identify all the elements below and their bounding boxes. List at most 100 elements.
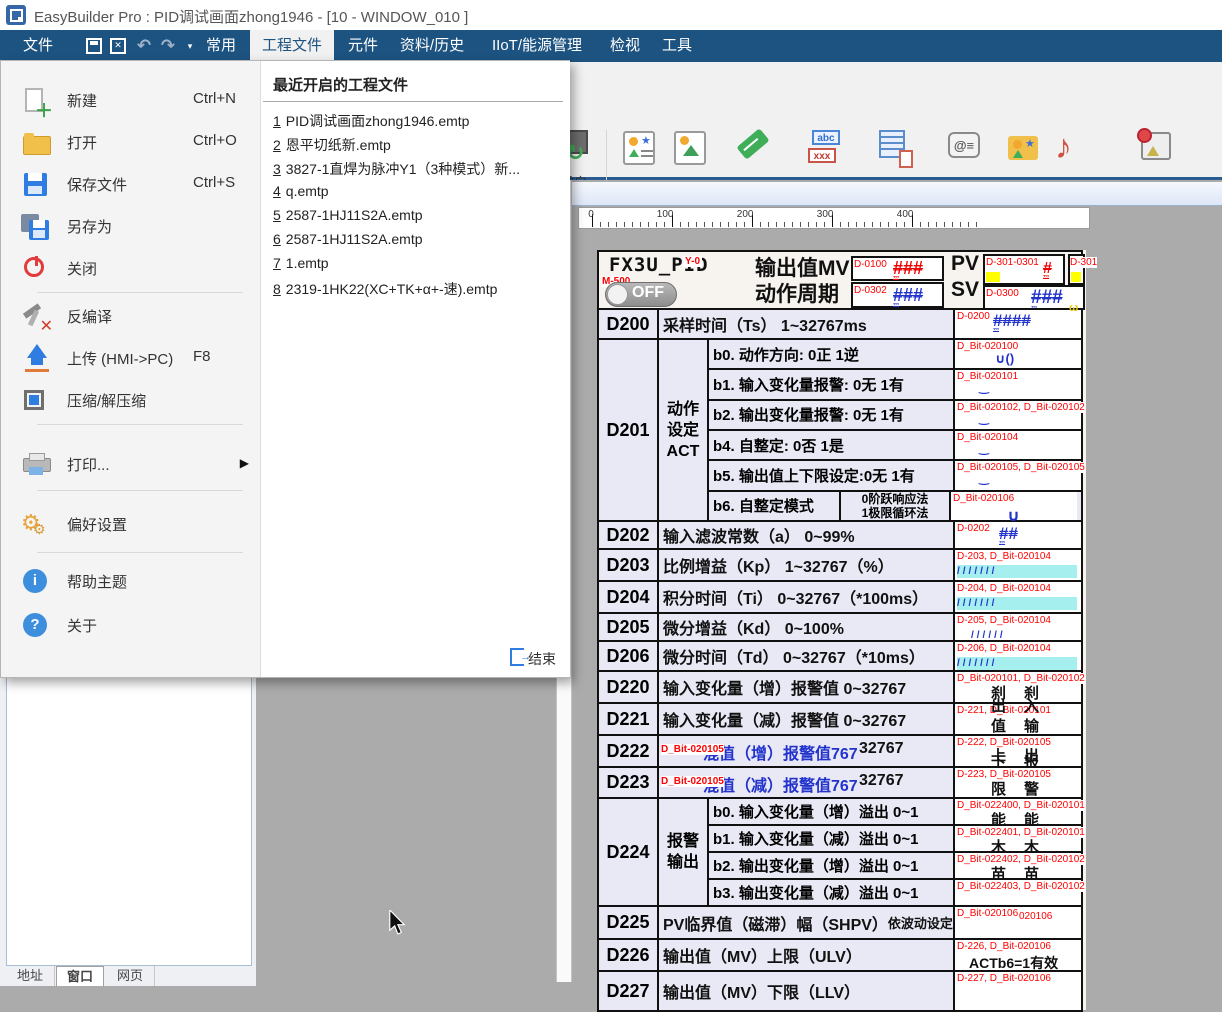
- y-output-tag[interactable]: Y-0: [683, 256, 702, 267]
- address-cell[interactable]: D_Bit-020105, D_Bit-020105 ‿: [953, 461, 1081, 489]
- address-cell[interactable]: D-203, D_Bit-020104 ///////: [953, 550, 1081, 580]
- mv-value-field[interactable]: D-0100 ###: [851, 256, 944, 281]
- end-button[interactable]: → 结束: [510, 648, 556, 669]
- recent-file-item[interactable]: 71.emtp: [273, 255, 565, 279]
- address-cell[interactable]: D_Bit-020104 ‿: [953, 431, 1081, 459]
- power-icon: [21, 254, 51, 284]
- redo-icon[interactable]: ↷: [158, 36, 178, 56]
- table-row: D226 输出值（MV）上限（ULV） D-226, D_Bit-020106 …: [599, 938, 1081, 970]
- table-subrow: b6. 自整定模式 0阶跃响应法 1极限循环法 D_Bit-020106 ∪: [709, 490, 1081, 520]
- address-cell[interactable]: D-204, D_Bit-020104 ///////: [953, 582, 1081, 612]
- recent-file-item[interactable]: 2恩平切纸新.emtp: [273, 135, 565, 159]
- file-menu-column: ＋ 新建Ctrl+N 打开Ctrl+O 保存文件Ctrl+S 另存为 关闭 ✕ …: [1, 61, 261, 677]
- recent-file-item[interactable]: 33827-1直焊为脉冲Y1（3种模式）新...: [273, 159, 565, 183]
- address-cell[interactable]: D-0202 ##: [953, 522, 1081, 548]
- menu-item-new[interactable]: ＋ 新建Ctrl+N: [1, 80, 261, 122]
- toggle-knob: [607, 284, 628, 305]
- title-bar: EasyBuilder Pro : PID调试画面zhong1946 - [10…: [0, 0, 1222, 30]
- address-cell[interactable]: D-223, D_Bit-020105 限警: [953, 768, 1081, 797]
- address-cell[interactable]: D-226, D_Bit-020106 ACTb6=1有效: [953, 940, 1081, 970]
- menu-item-help[interactable]: i 帮助主题: [1, 561, 261, 603]
- table-row: D205 微分增益（Kd） 0~100% D-205, D_Bit-020104…: [599, 612, 1081, 640]
- tab-iiot-energy[interactable]: IIoT/能源管理: [478, 30, 596, 62]
- table-subrow: b0. 输入变化量（增）溢出 0~1 D_Bit-022400, D_Bit-0…: [709, 799, 1081, 824]
- address-cell[interactable]: D_Bit-020102, D_Bit-020102 ‿: [953, 401, 1081, 429]
- compile-icon[interactable]: ✕: [110, 38, 126, 54]
- address-cell[interactable]: D_Bit-022402, D_Bit-020102 苗苗: [953, 853, 1081, 878]
- recent-file-item[interactable]: 4q.emtp: [273, 183, 565, 207]
- tab-object[interactable]: 元件: [340, 30, 386, 62]
- table-subrow: b5. 输出值上下限设定:0无 1有 D_Bit-020105, D_Bit-0…: [709, 459, 1081, 489]
- address-cell[interactable]: D-205, D_Bit-020104 //////: [953, 614, 1081, 640]
- save-icon[interactable]: [86, 38, 102, 54]
- undo-icon[interactable]: ↶: [134, 36, 154, 56]
- tab-webpage[interactable]: 网页: [106, 966, 155, 986]
- group-label-cell: 报警 输出: [659, 799, 709, 905]
- menu-item-compress[interactable]: 压缩/解压缩: [1, 380, 261, 422]
- pv-aux-field[interactable]: D-301: [1068, 254, 1085, 285]
- table-subrow: b4. 自整定: 0否 1是 D_Bit-020104 ‿: [709, 429, 1081, 459]
- recent-files-panel: 最近开启的工程文件 1PID调试画面zhong1946.emtp 2恩平切纸新.…: [261, 61, 570, 677]
- address-cell[interactable]: D_Bit-020101 ‿: [953, 370, 1081, 398]
- address-cell[interactable]: D-222, D_Bit-020105 上出 下报: [953, 736, 1081, 766]
- menu-item-print[interactable]: 打印... ▶: [1, 444, 261, 486]
- yellow-marker: [1071, 272, 1081, 282]
- menu-item-save[interactable]: 保存文件Ctrl+S: [1, 164, 261, 206]
- menu-item-about[interactable]: ? 关于: [1, 605, 261, 647]
- address-cell[interactable]: D_Bit-020106 020106: [953, 907, 1081, 938]
- recent-file-item[interactable]: 82319-1HK22(XC+TK+α+-速).emtp: [273, 279, 565, 303]
- address-cell[interactable]: D-0200 ####: [953, 310, 1081, 338]
- info-icon: i: [21, 567, 51, 597]
- address-cell[interactable]: D-227, D_Bit-020106: [953, 972, 1081, 1010]
- table-row: D200 采样时间（Ts） 1~32767ms D-0200 ####: [599, 310, 1081, 338]
- quickbar-dropdown-icon[interactable]: ▾: [180, 36, 200, 56]
- table-row: D222 D_Bit-020105 混值（增）报警值767 32767 D-22…: [599, 734, 1081, 766]
- tab-window[interactable]: 窗口: [56, 966, 104, 986]
- upload-icon: [21, 344, 51, 374]
- address-cell[interactable]: D_Bit-020106 ∪: [949, 492, 1077, 520]
- hmi-design-window[interactable]: FX3U_PID Y-0 M-500 OFF 输出值MV D-0100 ### …: [597, 250, 1086, 1010]
- menu-item-save-as[interactable]: 另存为: [1, 206, 261, 248]
- address-cell[interactable]: D_Bit-022403, D_Bit-020102: [953, 880, 1081, 905]
- pv-value-field[interactable]: D-301-0301 #: [983, 254, 1065, 285]
- address-cell[interactable]: D_Bit-020101, D_Bit-020102 刹刹 出入: [953, 672, 1081, 702]
- table-row: D220 输入变化量（增）报警值 0~32767 D_Bit-020101, D…: [599, 670, 1081, 702]
- menu-separator: [37, 424, 243, 425]
- table-subrow: b2. 输出变化量（增）溢出 0~1 D_Bit-022402, D_Bit-0…: [709, 851, 1081, 878]
- address-cell[interactable]: D_Bit-020100 ∪(): [953, 340, 1081, 368]
- tab-view[interactable]: 检视: [602, 30, 648, 62]
- picture-icon: [671, 128, 711, 168]
- table-row: D223 D_Bit-020105 混值（减）报警值767 32767 D-22…: [599, 766, 1081, 797]
- tab-home[interactable]: 常用: [198, 30, 244, 62]
- tab-tool[interactable]: 工具: [654, 30, 700, 62]
- recent-file-item[interactable]: 1PID调试画面zhong1946.emtp: [273, 111, 565, 135]
- tab-address[interactable]: 地址: [6, 966, 55, 986]
- address-cell[interactable]: D_Bit-022401, D_Bit-020101 木木: [953, 826, 1081, 851]
- tab-data-history[interactable]: 资料/历史: [392, 30, 472, 62]
- menu-item-decompile[interactable]: ✕ 反编译: [1, 296, 261, 338]
- tab-file[interactable]: 文件: [14, 30, 62, 62]
- app-icon: [6, 5, 26, 25]
- address-cell[interactable]: D_Bit-022400, D_Bit-020101 能能: [953, 799, 1081, 824]
- table-row: D206 微分时间（Td） 0~32767（*10ms） D-206, D_Bi…: [599, 640, 1081, 670]
- horizontal-ruler: 0 100 200 300 400: [578, 207, 1090, 229]
- address-cell[interactable]: D-206, D_Bit-020104 ///////: [953, 642, 1081, 670]
- menu-item-upload[interactable]: 上传 (HMI->PC)F8: [1, 338, 261, 380]
- menu-item-preferences[interactable]: ⚙⚙ 偏好设置: [1, 504, 261, 546]
- recent-file-item[interactable]: 52587-1HJ11S2A.emtp: [273, 207, 565, 231]
- group-label-cell: 动作 设定 ACT: [659, 340, 709, 520]
- menu-separator: [37, 490, 243, 491]
- menu-item-close[interactable]: 关闭: [1, 248, 261, 290]
- menu-item-open[interactable]: 打开Ctrl+O: [1, 122, 261, 164]
- ruler-tick-label: 200: [737, 209, 754, 220]
- overlapped-desc-cell: D_Bit-020105 混值（增）报警值767 32767: [659, 736, 953, 766]
- recent-file-item[interactable]: 62587-1HJ11S2A.emtp: [273, 231, 565, 255]
- tab-project-file[interactable]: 工程文件: [250, 30, 334, 62]
- run-toggle-switch[interactable]: OFF: [605, 282, 677, 307]
- cycle-value-field[interactable]: D-0302 ###: [851, 282, 944, 308]
- ruler-tick-label: 400: [897, 209, 914, 220]
- overlapped-desc-cell: D_Bit-020105 混值（减）报警值767 32767: [659, 768, 953, 797]
- compress-icon: [21, 386, 51, 416]
- recent-files-header: 最近开启的工程文件: [273, 74, 408, 95]
- hmi-header-band: FX3U_PID Y-0 M-500 OFF 输出值MV D-0100 ### …: [597, 250, 1083, 308]
